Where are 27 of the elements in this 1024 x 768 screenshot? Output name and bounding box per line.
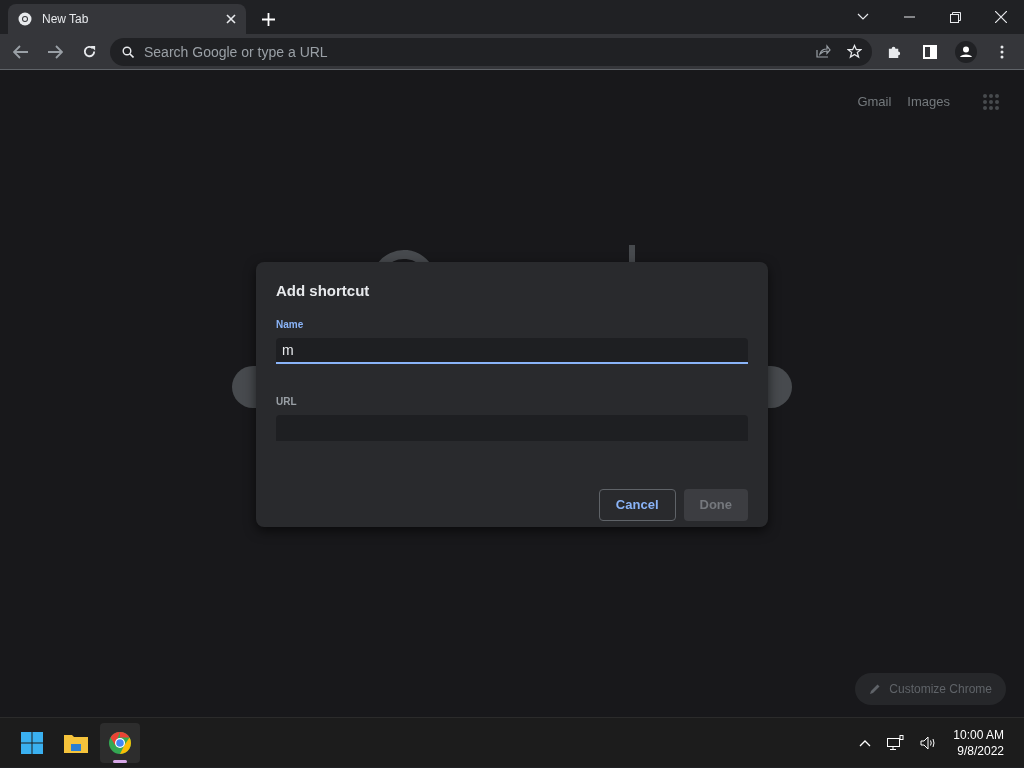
taskbar-app[interactable] bbox=[100, 722, 140, 763]
share-icon[interactable] bbox=[816, 43, 831, 59]
new-tab-icon[interactable] bbox=[262, 13, 275, 26]
clock-date: 9/8/2022 bbox=[956, 742, 1004, 759]
windows-logo-icon bbox=[20, 730, 44, 755]
header-link[interactable]: Images bbox=[907, 92, 950, 112]
customize-chrome-button[interactable]: Customize Chrome bbox=[855, 673, 1006, 705]
profile-icon[interactable] bbox=[952, 40, 980, 63]
pencil-icon bbox=[869, 683, 882, 695]
header-link[interactable]: Gmail bbox=[857, 92, 892, 112]
browser-logo-icon bbox=[18, 12, 32, 26]
clock-time: 10:00 AM bbox=[953, 726, 1004, 743]
address-field[interactable]: Search Google or type a URL bbox=[110, 37, 872, 66]
field-label: Name bbox=[276, 317, 305, 332]
browser-tab[interactable]: New Tab bbox=[8, 4, 246, 34]
chevron-up-icon[interactable] bbox=[859, 738, 872, 747]
field-label: URL bbox=[276, 394, 298, 409]
speaker-icon[interactable] bbox=[920, 735, 938, 750]
network-icon[interactable] bbox=[887, 734, 905, 751]
input-field[interactable]: m bbox=[276, 337, 748, 364]
search-icon bbox=[122, 45, 134, 58]
dialog-button[interactable]: Cancel bbox=[598, 488, 676, 521]
dialog-title: Add shortcut bbox=[276, 281, 371, 301]
close-icon[interactable] bbox=[226, 14, 236, 24]
tab-title: New Tab bbox=[42, 11, 90, 28]
star-icon[interactable] bbox=[847, 43, 862, 59]
browser-logo-icon bbox=[108, 730, 132, 755]
